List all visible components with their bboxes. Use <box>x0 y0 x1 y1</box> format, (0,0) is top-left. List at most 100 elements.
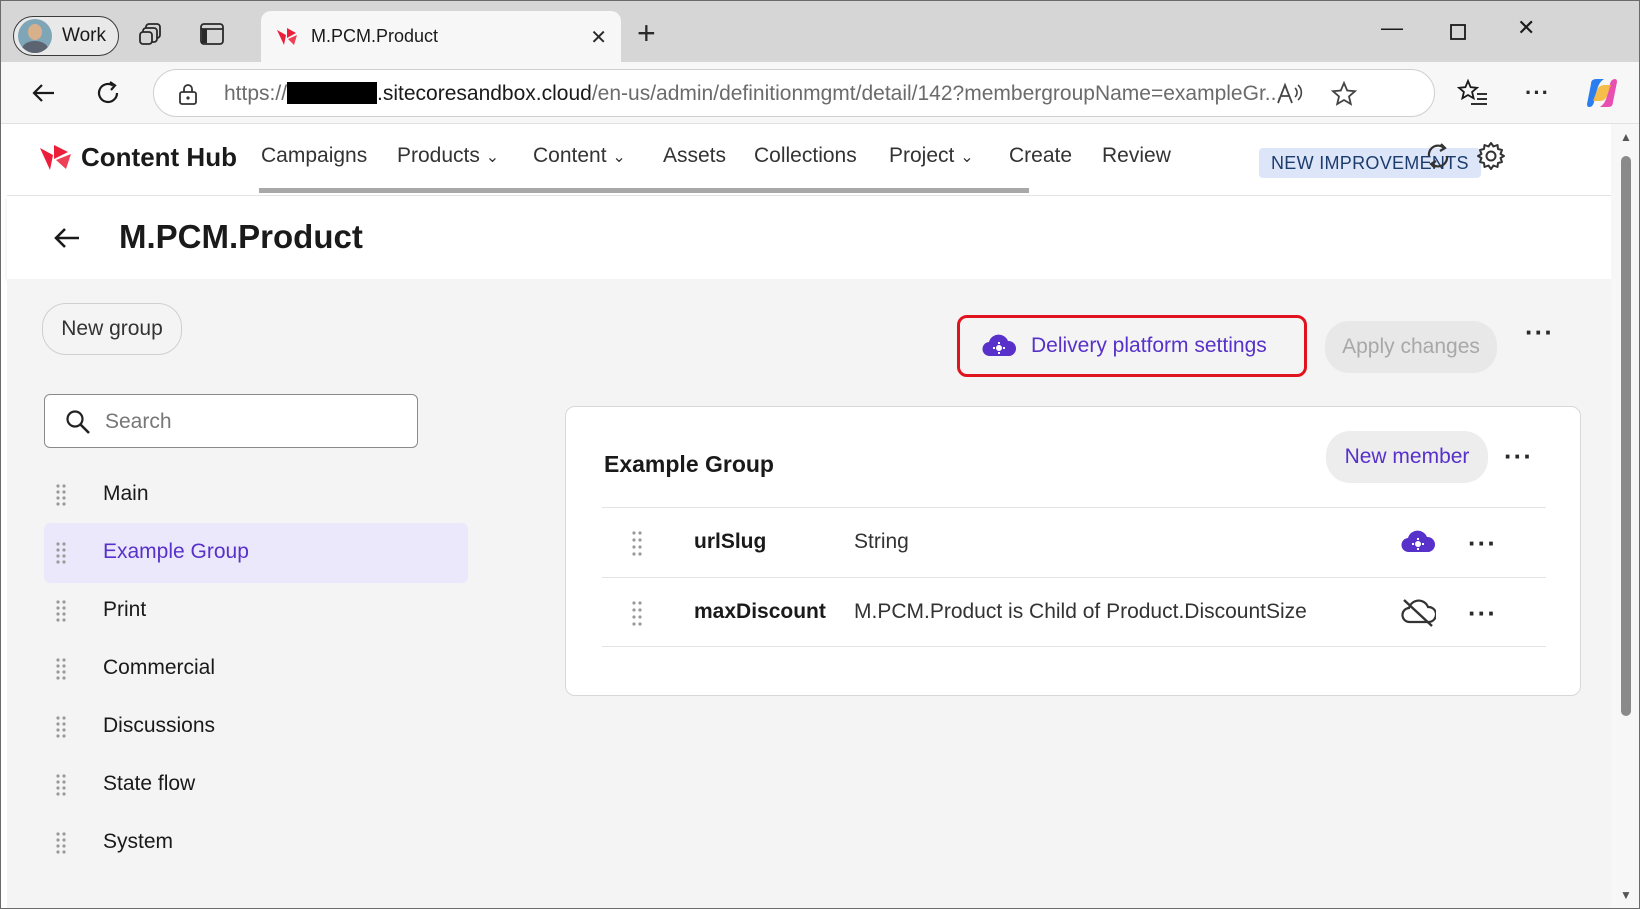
group-item-system[interactable]: System <box>44 813 468 873</box>
close-window-icon[interactable]: ✕ <box>1517 15 1535 41</box>
page-title: M.PCM.Product <box>119 218 363 255</box>
address-bar[interactable]: https:// .sitecoresandbox.cloud/en-us/adm… <box>153 69 1435 117</box>
group-item-discussions[interactable]: Discussions <box>44 697 468 757</box>
group-label: Main <box>103 482 149 505</box>
group-label: State flow <box>103 772 196 795</box>
refresh-icon[interactable] <box>93 78 123 108</box>
scroll-up-icon[interactable]: ▲ <box>1620 130 1632 144</box>
group-card: Example Group New member ··· urlSlug Str… <box>565 406 1581 696</box>
member-row[interactable]: maxDiscount M.PCM.Product is Child of Pr… <box>602 577 1546 647</box>
cloud-gear-icon[interactable] <box>1400 528 1436 556</box>
nav-create[interactable]: Create <box>1009 144 1072 168</box>
group-item-print[interactable]: Print <box>44 581 468 641</box>
settings-gear-icon[interactable] <box>1475 140 1507 172</box>
group-label: Example Group <box>103 540 249 563</box>
back-arrow-icon[interactable] <box>51 223 83 253</box>
content-hub-favicon-icon <box>277 28 297 45</box>
group-item-example-group[interactable]: Example Group <box>44 523 468 583</box>
tab-strip: Work M.PCM.Product ✕ + — ✕ <box>1 1 1639 62</box>
content-area: New group Search Main Example Group Prin… <box>7 279 1611 908</box>
drag-handle-icon[interactable] <box>630 530 644 558</box>
profile-button[interactable]: Work <box>13 16 119 56</box>
nav-project[interactable]: Project ⌄ <box>889 144 974 168</box>
more-options-icon[interactable]: ··· <box>1525 319 1554 345</box>
url-domain: .sitecoresandbox.cloud <box>377 82 592 105</box>
search-icon <box>66 410 90 434</box>
favorite-star-icon[interactable] <box>1330 80 1358 108</box>
scrollbar-thumb[interactable] <box>1621 156 1631 716</box>
nav-campaigns[interactable]: Campaigns <box>261 144 367 168</box>
url-prefix: https:// <box>224 82 288 105</box>
vertical-tabs-icon[interactable] <box>199 21 225 47</box>
group-item-main[interactable]: Main <box>44 465 468 525</box>
brand-name: Content Hub <box>81 142 237 172</box>
group-more-options-icon[interactable]: ··· <box>1504 443 1533 469</box>
member-type: M.PCM.Product is Child of Product.Discou… <box>854 600 1307 623</box>
chevron-down-icon: ⌄ <box>960 149 974 166</box>
nav-assets[interactable]: Assets <box>663 144 726 168</box>
browser-menu-icon[interactable]: ··· <box>1525 82 1550 104</box>
drag-handle-icon[interactable] <box>54 773 68 799</box>
nav-collections[interactable]: Collections <box>754 144 857 168</box>
app-header: Content Hub Campaigns Products ⌄ Content… <box>7 124 1611 196</box>
nav-products[interactable]: Products ⌄ <box>397 144 499 168</box>
chevron-down-icon: ⌄ <box>485 149 500 166</box>
nav-scrollbar[interactable] <box>259 188 1029 193</box>
read-aloud-icon[interactable] <box>1276 82 1304 106</box>
group-item-state-flow[interactable]: State flow <box>44 755 468 815</box>
scroll-down-icon[interactable]: ▼ <box>1620 888 1632 902</box>
tab-active[interactable]: M.PCM.Product ✕ <box>261 11 621 62</box>
nav-review[interactable]: Review <box>1102 144 1171 168</box>
member-name: maxDiscount <box>694 600 826 623</box>
group-item-commercial[interactable]: Commercial <box>44 639 468 699</box>
search-input[interactable]: Search <box>44 394 418 448</box>
favorites-icon[interactable] <box>1457 78 1489 108</box>
group-label: System <box>103 830 174 853</box>
member-row[interactable]: urlSlug String ··· <box>602 507 1546 577</box>
address-bar-row: https:// .sitecoresandbox.cloud/en-us/adm… <box>1 62 1639 124</box>
drag-handle-icon[interactable] <box>54 541 68 567</box>
group-label: Print <box>103 598 147 621</box>
member-more-options-icon[interactable]: ··· <box>1468 530 1497 556</box>
maximize-icon[interactable] <box>1449 23 1467 41</box>
nav-content[interactable]: Content ⌄ <box>533 144 626 168</box>
delivery-settings-label: Delivery platform settings <box>1031 334 1267 357</box>
nav-content-label: Content <box>533 144 607 167</box>
browser-window: Work M.PCM.Product ✕ + — ✕ https:// .sit… <box>0 0 1640 909</box>
content-hub-logo-icon <box>40 144 71 170</box>
chevron-down-icon: ⌄ <box>612 149 626 166</box>
url-path: /en-us/admin/definitionmgmt/detail/142?m… <box>591 82 1283 105</box>
drag-handle-icon[interactable] <box>54 657 68 683</box>
group-label: Commercial <box>103 656 216 679</box>
profile-label: Work <box>62 25 106 46</box>
new-group-button[interactable]: New group <box>42 303 182 355</box>
nav-products-label: Products <box>397 144 480 167</box>
drag-handle-icon[interactable] <box>54 715 68 741</box>
delivery-platform-settings-button[interactable]: Delivery platform settings <box>967 321 1297 371</box>
workspaces-icon[interactable] <box>139 21 165 47</box>
tab-title: M.PCM.Product <box>311 26 439 46</box>
url-text[interactable]: https:// .sitecoresandbox.cloud/en-us/adm… <box>224 82 1282 106</box>
cloud-gear-icon <box>982 334 1017 357</box>
drag-handle-icon[interactable] <box>54 483 68 509</box>
apply-changes-button[interactable]: Apply changes <box>1325 321 1497 373</box>
drag-handle-icon[interactable] <box>54 831 68 857</box>
redacted-block <box>287 82 378 104</box>
back-arrow-icon[interactable] <box>29 78 59 108</box>
minimize-icon[interactable]: — <box>1381 15 1403 41</box>
group-label: Discussions <box>103 714 216 737</box>
drag-handle-icon[interactable] <box>54 599 68 625</box>
member-more-options-icon[interactable]: ··· <box>1468 600 1497 626</box>
group-card-title: Example Group <box>604 451 774 477</box>
lock-icon[interactable] <box>178 82 198 106</box>
brand-logo[interactable]: Content Hub <box>39 142 237 173</box>
page-scrollbar[interactable]: ▲ ▼ <box>1611 124 1639 908</box>
new-tab-icon[interactable]: + <box>637 17 656 49</box>
nav-project-label: Project <box>889 144 955 167</box>
new-member-button[interactable]: New member <box>1326 431 1488 483</box>
drag-handle-icon[interactable] <box>630 600 644 628</box>
tab-close-icon[interactable]: ✕ <box>590 25 607 50</box>
sync-icon[interactable] <box>1423 140 1453 172</box>
copilot-icon[interactable] <box>1585 76 1619 110</box>
cloud-off-icon[interactable] <box>1400 596 1436 628</box>
